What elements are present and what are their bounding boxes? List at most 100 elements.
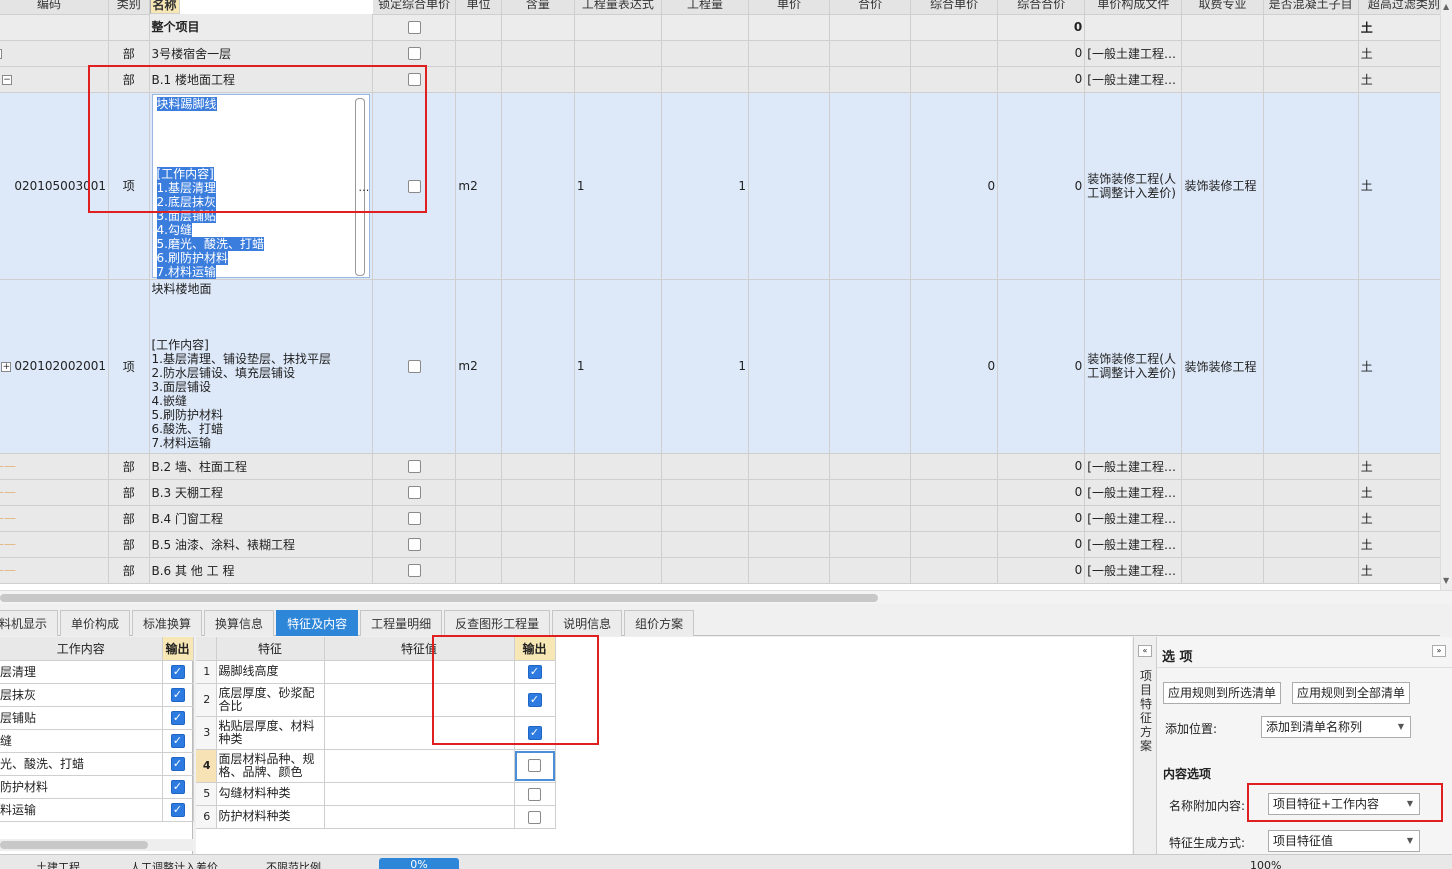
lock-checkbox[interactable]: [407, 564, 421, 577]
output-checkbox[interactable]: ✓: [170, 710, 185, 725]
col-price[interactable]: 合价: [829, 0, 912, 15]
col-combined-unit-price[interactable]: 综合单价: [910, 0, 999, 15]
grid-horizontal-scrollbar[interactable]: [0, 590, 1452, 604]
col-concrete[interactable]: 是否混凝土子目: [1263, 0, 1359, 15]
col-content[interactable]: 含量: [501, 0, 575, 15]
col-height-filter[interactable]: 超高过滤类别: [1358, 0, 1440, 15]
table-row-item2[interactable]: +020102002001 项 块料楼地面 [工作内容] 1.基层清理、铺设垫层、…: [0, 279, 1440, 454]
status-progress[interactable]: 0%: [379, 858, 459, 869]
lock-checkbox[interactable]: [407, 486, 421, 499]
col-qty-expr[interactable]: 工程量表达式: [574, 0, 662, 15]
lock-checkbox[interactable]: [407, 460, 421, 473]
tab-8[interactable]: 组价方案: [624, 610, 695, 636]
lock-checkbox[interactable]: [407, 512, 421, 525]
output-checkbox[interactable]: ✓: [170, 779, 185, 794]
feature-value[interactable]: [324, 683, 515, 717]
tab-6[interactable]: 反查图形工程量: [444, 610, 551, 636]
feature-row[interactable]: 3 粘贴层厚度、材料种类 ✓: [196, 716, 556, 750]
col-lock-price[interactable]: 锁定综合单价: [372, 0, 457, 15]
focused-cell[interactable]: [514, 750, 554, 781]
feature-output-checkbox[interactable]: ✓: [527, 725, 542, 740]
collapse-icon[interactable]: −: [0, 48, 2, 59]
name-append-select[interactable]: 项目特征+工作内容 ▼: [1268, 793, 1420, 815]
work-content-row[interactable]: 面层铺贴 ✓: [0, 706, 194, 730]
work-content-row[interactable]: 底层抹灰 ✓: [0, 683, 194, 707]
work-content-row[interactable]: 基层清理 ✓: [0, 660, 194, 684]
collapse-left-icon[interactable]: «: [1138, 645, 1152, 657]
feature-value[interactable]: [324, 716, 515, 750]
col-unit[interactable]: 单位: [455, 0, 502, 15]
feature-row[interactable]: 1 踢脚线高度 ✓: [196, 660, 556, 684]
scheme-label[interactable]: 项目特征方案: [1139, 669, 1153, 753]
col-name[interactable]: 名称: [149, 0, 180, 14]
apply-all-button[interactable]: 应用规则到全部清单: [1292, 682, 1411, 704]
col-code[interactable]: 编码: [0, 0, 109, 15]
name-editor[interactable]: 块料踢脚线 [工作内容] 1.基层清理 2.底层抹灰 3.面层铺贴 4.勾缝 5.磨光、酸…: [151, 93, 371, 278]
status-item-2[interactable]: 人工调整计入差价: [130, 859, 218, 869]
feature-row[interactable]: 5 勾缝材料种类: [196, 782, 556, 806]
work-content-row[interactable]: 磨光、酸洗、打蜡 ✓: [0, 752, 194, 776]
feature-value[interactable]: [324, 782, 515, 806]
lock-checkbox[interactable]: [407, 179, 421, 193]
table-row-b1[interactable]: − 部 B.1 楼地面工程 0 [一般土建工程… 土: [0, 66, 1440, 93]
status-item-3[interactable]: 不限范比例: [266, 859, 321, 869]
col-qty[interactable]: 工程量: [661, 0, 750, 15]
lock-checkbox[interactable]: [407, 73, 421, 86]
col-price-file[interactable]: 单价构成文件: [1084, 0, 1183, 15]
feature-output-checkbox[interactable]: ✓: [527, 664, 542, 679]
scheme-splitter[interactable]: « 项目特征方案: [1133, 637, 1157, 854]
grid-vertical-scrollbar[interactable]: ▲ ▼: [1440, 0, 1452, 590]
collapse-right-icon[interactable]: »: [1432, 645, 1446, 657]
feature-value[interactable]: [324, 660, 515, 684]
apply-selected-button[interactable]: 应用规则到所选清单: [1163, 682, 1282, 704]
table-row-section[interactable]: ——部B.2 墙、柱面工程 0[一般土建工程… 土: [0, 453, 1440, 480]
lock-checkbox[interactable]: [407, 47, 421, 60]
tab-1[interactable]: 单价构成: [60, 610, 131, 636]
table-row-section[interactable]: ——部B.4 门窗工程 0[一般土建工程… 土: [0, 505, 1440, 532]
lock-checkbox[interactable]: [407, 538, 421, 551]
table-row-total[interactable]: 整个项目 0 土: [0, 14, 1440, 41]
feature-output-checkbox[interactable]: [528, 810, 541, 824]
output-checkbox[interactable]: ✓: [170, 733, 185, 748]
table-row-section[interactable]: ——部B.3 天棚工程 0[一般土建工程… 土: [0, 479, 1440, 506]
expand-icon[interactable]: +: [1, 361, 12, 372]
tab-0[interactable]: 料机显示: [0, 610, 59, 636]
add-position-select[interactable]: 添加到清单名称列 ▼: [1261, 716, 1411, 738]
tab-7[interactable]: 说明信息: [552, 610, 623, 636]
feature-row[interactable]: 4 面层材料品种、规格、品牌、颜色: [196, 749, 556, 783]
table-row-item1[interactable]: 020105003001 项 块料踢脚线 [工作内容] 1.基层清理 2.底层抹灰 3…: [0, 92, 1440, 280]
feature-row[interactable]: 6 防护材料种类: [196, 805, 556, 829]
col-type[interactable]: 类别: [108, 0, 150, 15]
output-checkbox[interactable]: ✓: [170, 687, 185, 702]
tab-2[interactable]: 标准换算: [132, 610, 203, 636]
feature-mode-select[interactable]: 项目特征值 ▼: [1268, 830, 1420, 852]
scroll-thumb[interactable]: [0, 594, 878, 602]
status-item-1[interactable]: 土建工程: [36, 859, 80, 869]
work-content-row[interactable]: 勾缝 ✓: [0, 729, 194, 753]
tab-3[interactable]: 换算信息: [204, 610, 275, 636]
collapse-icon[interactable]: −: [2, 74, 12, 85]
lock-checkbox[interactable]: [407, 21, 421, 34]
col-unit-price[interactable]: 单价: [748, 0, 831, 15]
feature-output-checkbox[interactable]: [528, 787, 541, 801]
feature-value[interactable]: [324, 749, 515, 783]
table-row-floor[interactable]: − 部 3号楼宿舍一层 0 [一般土建工程… 土: [0, 40, 1440, 67]
col-combined-price[interactable]: 综合合价: [997, 0, 1086, 15]
lock-checkbox[interactable]: [407, 360, 421, 373]
work-content-row[interactable]: 材料运输 ✓: [0, 798, 194, 822]
scroll-up-icon[interactable]: ▲: [1443, 2, 1449, 11]
output-checkbox[interactable]: ✓: [170, 756, 185, 771]
work-content-row[interactable]: 刷防护材料 ✓: [0, 775, 194, 799]
work-content-scrollbar[interactable]: [0, 839, 193, 851]
output-checkbox[interactable]: ✓: [170, 664, 185, 679]
col-fee-major[interactable]: 取费专业: [1181, 0, 1264, 15]
feature-output-checkbox[interactable]: ✓: [527, 692, 542, 707]
table-row-section[interactable]: ——部B.6 其 他 工 程 0[一般土建工程… 土: [0, 557, 1440, 584]
more-icon[interactable]: …: [358, 181, 369, 195]
feature-output-checkbox[interactable]: [528, 759, 541, 772]
table-row-section[interactable]: ——部B.5 油漆、涂料、裱糊工程 0[一般土建工程… 土: [0, 531, 1440, 558]
tab-5[interactable]: 工程量明细: [360, 610, 443, 636]
scroll-down-icon[interactable]: ▼: [1443, 576, 1449, 585]
output-checkbox[interactable]: ✓: [170, 802, 185, 817]
feature-value[interactable]: [324, 805, 515, 829]
